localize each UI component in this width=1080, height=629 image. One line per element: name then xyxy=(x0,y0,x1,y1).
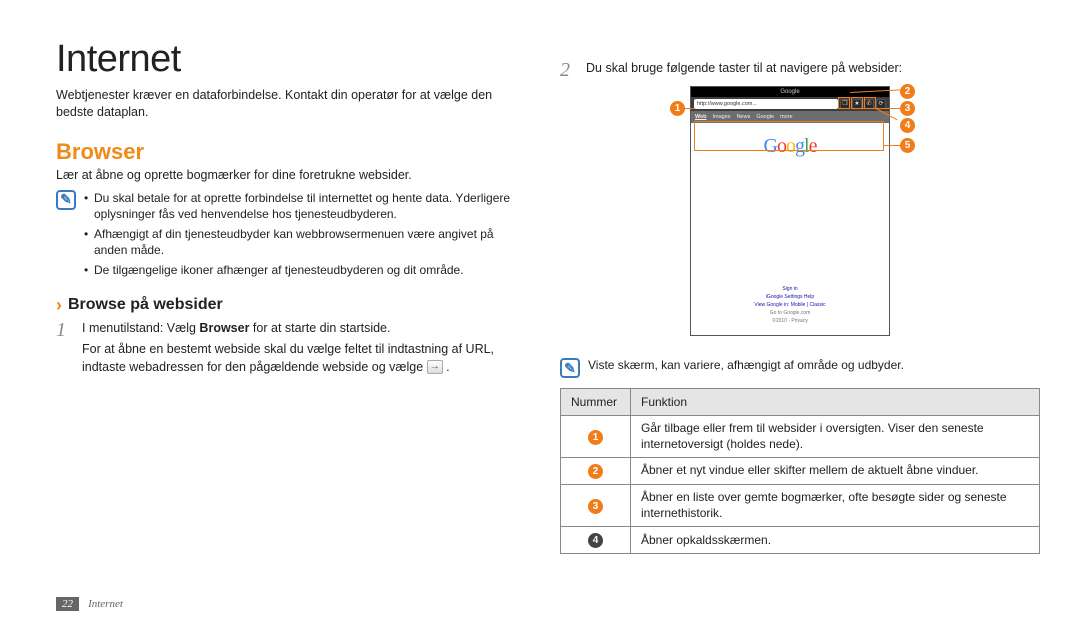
callout-3: 3 xyxy=(900,101,915,116)
note-list: Du skal betale for at oprette forbindels… xyxy=(84,190,526,283)
function-table: Nummer Funktion 1 Går tilbage eller frem… xyxy=(560,388,1040,554)
phone-footer-line[interactable]: Go to Google.com xyxy=(754,309,825,317)
go-arrow-icon xyxy=(427,360,443,374)
step-2: 2 Du skal bruge følgende taster til at n… xyxy=(560,60,1040,80)
tab-news[interactable]: News xyxy=(737,114,751,120)
col-header-function: Funktion xyxy=(631,389,1040,416)
step1-line1: I menutilstand: Vælg Browser for at star… xyxy=(82,320,526,338)
intro-text: Webtjenester kræver en dataforbindelse. … xyxy=(56,87,526,121)
subheading-browse: › Browse på websider xyxy=(56,295,526,316)
table-row: 3 Åbner en liste over gemte bogmærker, o… xyxy=(561,485,1040,527)
row-badge: 1 xyxy=(588,430,603,445)
subheading-browse-label: Browse på websider xyxy=(68,296,223,314)
callout-1: 1 xyxy=(670,101,685,116)
chevron-right-icon: › xyxy=(56,295,62,316)
section-browser-heading: Browser xyxy=(56,139,526,165)
phone-footer-line: View Google in: Mobile | Classic xyxy=(754,301,825,309)
step2-text: Du skal bruge følgende taster til at nav… xyxy=(586,60,902,78)
figure-browser-screenshot: Google http://www.google.com... ❐ ★ ✆ ⟳ … xyxy=(680,86,920,346)
page-footer: 22 Internet xyxy=(56,597,123,611)
tab-google[interactable]: Google xyxy=(756,114,774,120)
note-icon xyxy=(560,358,580,378)
footer-section: Internet xyxy=(88,598,123,610)
row-function: Åbner opkaldsskærmen. xyxy=(631,527,1040,554)
page-number: 22 xyxy=(56,597,79,611)
table-row: 1 Går tilbage eller frem til websider i … xyxy=(561,416,1040,458)
step1-suffix: for at starte din startside. xyxy=(249,321,390,335)
note-icon xyxy=(56,190,76,210)
page-title: Internet xyxy=(56,38,526,81)
phone-footer-line: ©2010 - Privacy xyxy=(754,317,825,325)
note-inline-text: Viste skærm, kan variere, afhængigt af o… xyxy=(588,358,904,372)
note-item: De tilgængelige ikoner afhænger af tjene… xyxy=(84,262,526,278)
note-block: Du skal betale for at oprette forbindels… xyxy=(56,190,526,283)
step-number: 1 xyxy=(56,320,74,377)
row-function: Går tilbage eller frem til websider i ov… xyxy=(631,416,1040,458)
phone-footer: Sign in iGoogle Settings Help View Googl… xyxy=(754,285,825,335)
note-inline: Viste skærm, kan variere, afhængigt af o… xyxy=(560,358,1040,378)
row-function: Åbner en liste over gemte bogmærker, oft… xyxy=(631,485,1040,527)
callout-5: 5 xyxy=(900,138,915,153)
tab-images[interactable]: Images xyxy=(713,114,731,120)
section-browser-sub: Lær at åbne og oprette bogmærker for din… xyxy=(56,167,526,184)
note-item: Du skal betale for at oprette forbindels… xyxy=(84,190,526,222)
callout-2: 2 xyxy=(900,84,915,99)
step1-prefix: I menutilstand: Vælg xyxy=(82,321,199,335)
step1-line2: For at åbne en bestemt webside skal du v… xyxy=(82,341,526,376)
step1-bold: Browser xyxy=(199,321,249,335)
step-1: 1 I menutilstand: Vælg Browser for at st… xyxy=(56,320,526,377)
table-row: 4 Åbner opkaldsskærmen. xyxy=(561,527,1040,554)
phone-url-field[interactable]: http://www.google.com... xyxy=(694,99,838,109)
phone-footer-line[interactable]: Sign in xyxy=(754,285,825,293)
row-badge: 3 xyxy=(588,499,603,514)
col-header-number: Nummer xyxy=(561,389,631,416)
callout-4: 4 xyxy=(900,118,915,133)
table-row: 2 Åbner et nyt vindue eller skifter mell… xyxy=(561,458,1040,485)
phone-footer-line[interactable]: iGoogle Settings Help xyxy=(754,293,825,301)
row-badge: 4 xyxy=(588,533,603,548)
tab-web[interactable]: Web xyxy=(695,114,707,120)
tab-more[interactable]: more xyxy=(780,114,793,120)
row-function: Åbner et nyt vindue eller skifter mellem… xyxy=(631,458,1040,485)
step-number: 2 xyxy=(560,60,578,80)
phone-content: Google Sign in iGoogle Settings Help Vie… xyxy=(691,123,889,335)
row-badge: 2 xyxy=(588,464,603,479)
note-item: Afhængigt af din tjenesteudbyder kan web… xyxy=(84,226,526,258)
